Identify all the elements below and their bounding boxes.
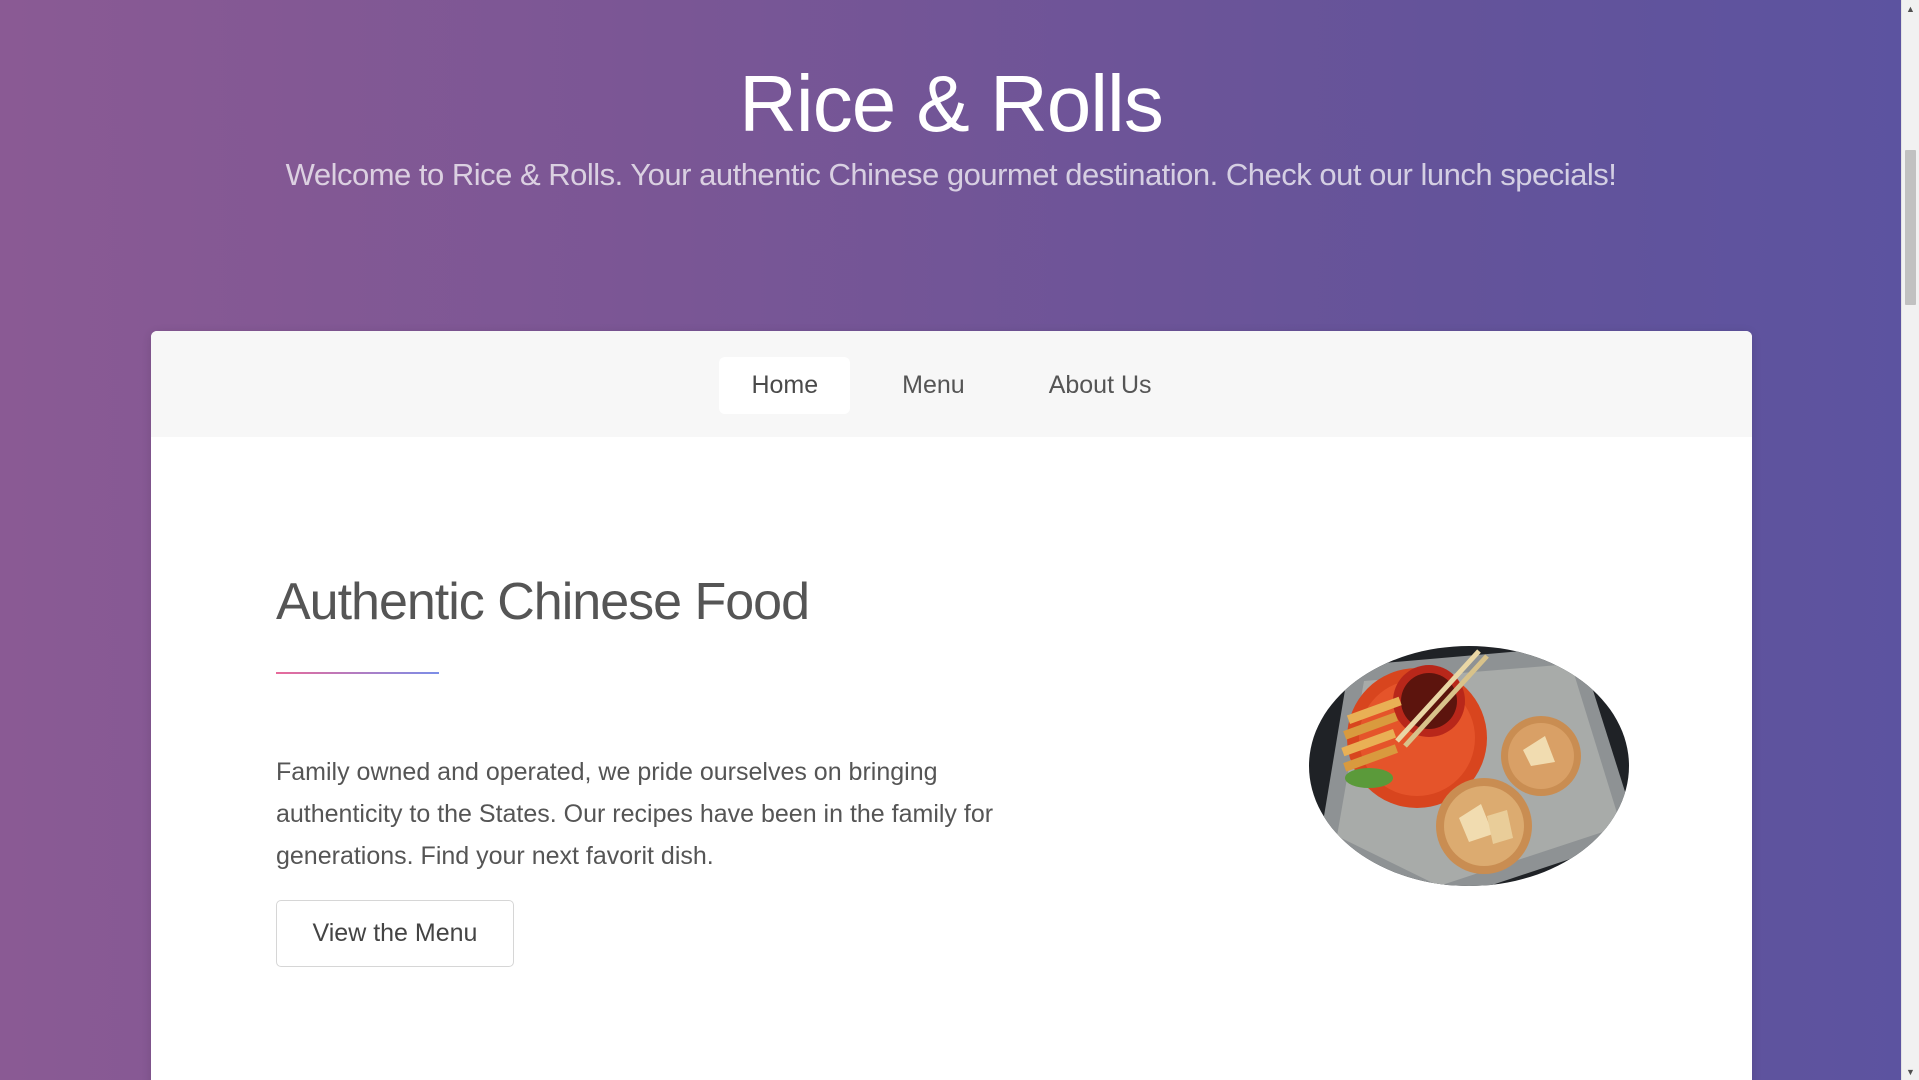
site-title: Rice & Rolls (739, 58, 1164, 148)
title-divider (276, 672, 439, 674)
page: Rice & Rolls Welcome to Rice & Rolls. Yo… (0, 0, 1919, 1080)
section-title: Authentic Chinese Food (276, 573, 810, 631)
scrollbar[interactable]: ▲ ▼ (1901, 0, 1919, 1080)
main-nav: Home Menu About Us (151, 331, 1752, 437)
view-menu-button[interactable]: View the Menu (276, 900, 514, 967)
site-tagline: Welcome to Rice & Rolls. Your authentic … (285, 157, 1617, 192)
scrollbar-thumb[interactable] (1905, 150, 1916, 305)
scroll-up-icon[interactable]: ▲ (1902, 0, 1919, 17)
nav-menu[interactable]: Menu (870, 357, 997, 414)
nav-about-us[interactable]: About Us (1017, 357, 1184, 414)
content-card: Home Menu About Us Authentic Chinese Foo… (151, 331, 1752, 1080)
scroll-down-icon[interactable]: ▼ (1902, 1063, 1919, 1080)
nav-home[interactable]: Home (719, 356, 851, 414)
intro-paragraph: Family owned and operated, we pride ours… (276, 758, 994, 870)
food-photo (1309, 646, 1629, 886)
